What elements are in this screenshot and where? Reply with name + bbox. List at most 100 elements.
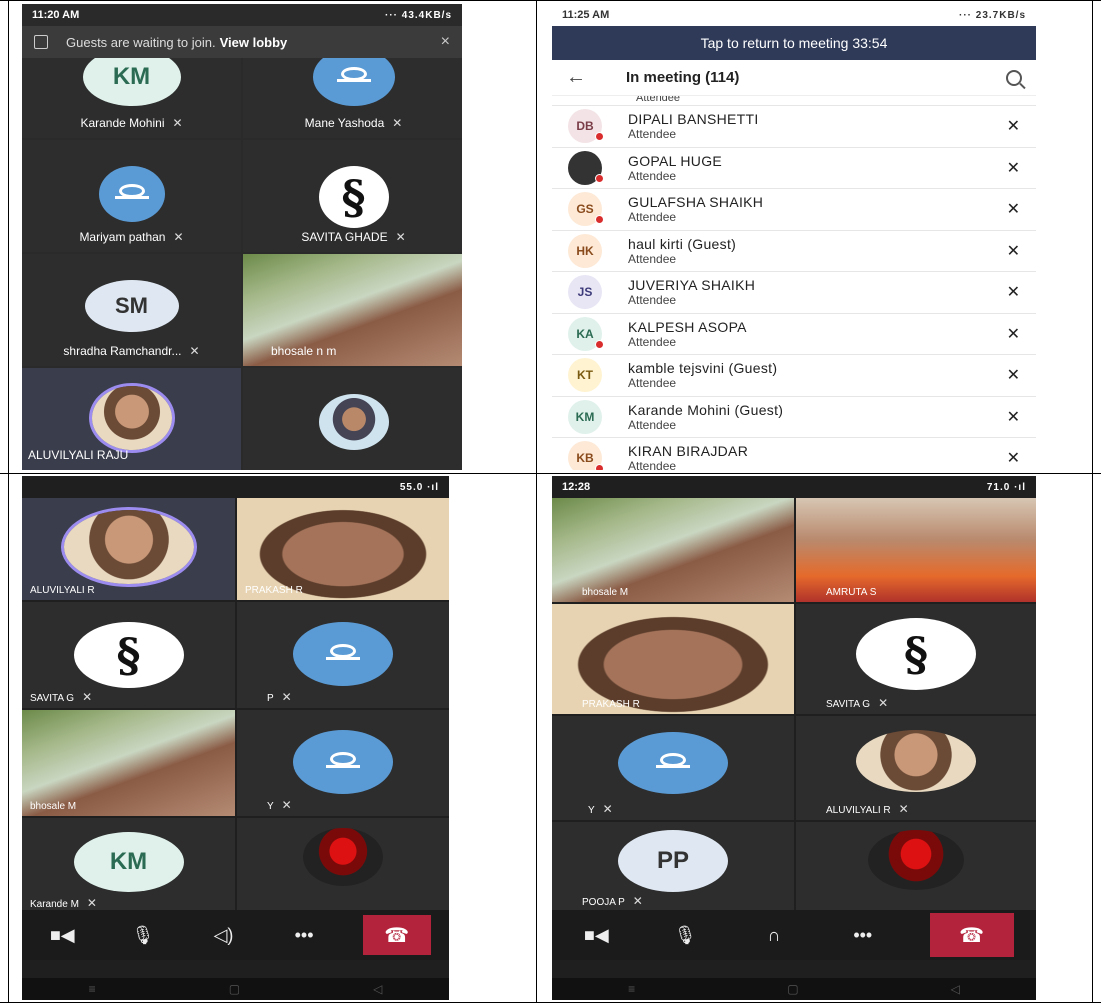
participant-name: ALUVILYALI RAJU [28, 448, 129, 462]
back-icon[interactable]: ◁ [373, 982, 382, 996]
android-nav-bar: ≡ ▢ ◁ [22, 978, 449, 1000]
participant-role: Attendee [628, 376, 677, 391]
list-item[interactable]: GS GULAFSHA SHAIKH Attendee ✕ [552, 189, 1036, 231]
participant-name: bhosale M [582, 587, 629, 598]
hang-up-button[interactable]: ☎ [362, 915, 431, 955]
divider [536, 0, 537, 1003]
camera-off-icon[interactable]: ■◀ [574, 925, 618, 946]
status-dot [595, 339, 604, 349]
return-to-meeting-bar[interactable]: Tap to return to meeting 33:54 [552, 26, 1036, 60]
list-item[interactable]: DB DIPALI BANSHETTI Attendee ✕ [552, 106, 1036, 148]
avatar: PP [618, 830, 728, 892]
list-item[interactable]: KT kamble tejsvini (Guest) Attendee ✕ [552, 355, 1036, 397]
participant-tile[interactable]: ALUVILYALI RAJU [22, 368, 241, 470]
participant-tile[interactable]: Mariyam pathan ✕ [22, 140, 241, 252]
participant-tile[interactable]: KM Karande Mohini ✕ [22, 58, 241, 138]
participant-tile[interactable]: § SAVITA G ✕ [22, 602, 235, 708]
status-icons: ··· 43.4KB/s [384, 9, 452, 21]
participant-video[interactable]: bhosale M [552, 498, 794, 602]
avatar-logo: § [73, 622, 184, 688]
mic-off-icon[interactable]: 🎙 [121, 925, 165, 946]
avatar [618, 732, 728, 794]
mic-muted-icon: ✕ [1006, 118, 1020, 136]
list-item[interactable]: GOPAL HUGE Attendee ✕ [552, 148, 1036, 189]
participant-tile[interactable]: Y ✕ [552, 716, 794, 820]
avatar: DB [568, 109, 604, 144]
banner-text: Guests are waiting to join. [66, 34, 216, 50]
home-icon[interactable]: ▢ [229, 982, 240, 996]
participant-name: shradha Ramchandr... ✕ [63, 344, 200, 358]
status-dot [595, 464, 604, 470]
participant-tile[interactable]: ALUVILYALI R ✕ [796, 716, 1036, 820]
menu-icon[interactable]: ≡ [628, 982, 635, 996]
participant-name: SAVITA G ✕ [30, 690, 93, 704]
headset-icon[interactable]: ∩ [752, 925, 796, 946]
list-item[interactable]: KA KALPESH ASOPA Attendee ✕ [552, 314, 1036, 355]
list-item[interactable]: JS JUVERIYA SHAIKH Attendee ✕ [552, 272, 1036, 314]
lobby-banner[interactable]: Guests are waiting to join. View lobby × [22, 26, 462, 58]
menu-icon[interactable]: ≡ [89, 982, 96, 996]
camera-off-icon[interactable]: ■◀ [40, 925, 84, 946]
avatar-initials: DB [576, 119, 594, 134]
home-icon[interactable]: ▢ [787, 982, 798, 996]
participant-name: PRAKASH R [245, 585, 303, 596]
participant-tile[interactable]: PP POOJA P ✕ [552, 822, 794, 912]
participant-tile[interactable]: ALUVILYALI R [22, 498, 235, 600]
screenshot-gallery-3: 12:28 71.0 ·ıl bhosale M AMRUTA S PRAKAS… [552, 476, 1036, 1000]
avatar-photo [303, 828, 383, 886]
participant-tile[interactable]: SM shradha Ramchandr... ✕ [22, 254, 241, 366]
avatar [293, 730, 393, 794]
mic-muted-icon: ✕ [1006, 408, 1020, 426]
status-bar: 11:20 AM ··· 43.4KB/s [22, 4, 462, 26]
participant-tile[interactable] [243, 368, 462, 470]
list-item[interactable]: HK haul kirti (Guest) Attendee ✕ [552, 231, 1036, 272]
participant-tile[interactable]: P ✕ [237, 602, 449, 708]
more-options-icon[interactable]: ••• [841, 925, 885, 946]
hang-up-button[interactable]: ☎ [929, 913, 1014, 957]
collage: 11:20 AM ··· 43.4KB/s Guests are waiting… [0, 0, 1101, 1003]
participant-tile[interactable]: KM Karande M ✕ [22, 818, 235, 914]
participant-name: JUVERIYA SHAIKH [628, 277, 756, 294]
participant-list: DB DIPALI BANSHETTI Attendee ✕ GOPAL HUGE Att… [552, 106, 1036, 470]
screenshot-gallery-2: 55.0 ·ıl ALUVILYALI R PRAKASH R § SAVITA… [22, 476, 449, 1000]
participant-video[interactable]: bhosale n m [243, 254, 462, 366]
participant-tile[interactable] [796, 822, 1036, 912]
participant-video[interactable]: PRAKASH R [552, 604, 794, 714]
search-icon[interactable] [1006, 69, 1022, 86]
participant-tile[interactable] [237, 818, 449, 914]
participant-tile[interactable]: Y ✕ [237, 710, 449, 816]
participant-info: kamble tejsvini (Guest) Attendee [628, 360, 777, 390]
participant-video[interactable]: AMRUTA S [796, 498, 1036, 602]
avatar-initials: KM [575, 409, 595, 424]
view-lobby-link[interactable]: View lobby [220, 35, 288, 50]
avatar: SM [84, 280, 179, 332]
back-icon[interactable]: ◁ [951, 982, 960, 996]
participant-video[interactable]: bhosale M [22, 710, 235, 816]
avatar-photo [63, 510, 194, 584]
participant-tile[interactable]: § SAVITA G ✕ [796, 604, 1036, 714]
mic-muted-icon: ✕ [82, 690, 93, 704]
speaker-icon[interactable]: ◁) [201, 925, 245, 946]
list-item[interactable]: KM Karande Mohini (Guest) Attendee ✕ [552, 397, 1036, 438]
participant-name: Karande Mohini ✕ [80, 116, 183, 130]
participant-name: Mariyam pathan ✕ [79, 230, 184, 244]
back-arrow-icon[interactable]: ← [566, 66, 626, 89]
more-options-icon[interactable]: ••• [282, 925, 326, 946]
mic-off-icon[interactable]: 🎙 [663, 925, 707, 946]
participant-role: Attendee [628, 459, 677, 470]
close-icon[interactable]: × [441, 33, 450, 51]
participant-tile[interactable]: Mane Yashoda ✕ [243, 58, 462, 138]
list-item[interactable]: KB KIRAN BIRAJDAR Attendee ✕ [552, 438, 1036, 470]
participant-name: DIPALI BANSHETTI [628, 111, 759, 128]
status-bar: 11:25 AM ··· 23.7KB/s [552, 4, 1036, 26]
participant-role: Attendee [628, 417, 677, 432]
avatar: KB [568, 441, 604, 470]
participant-video[interactable]: PRAKASH R [237, 498, 449, 600]
mic-muted-icon: ✕ [1006, 450, 1020, 468]
participant-tile[interactable]: § SAVITA GHADE ✕ [243, 140, 462, 252]
participant-name: POOJA P ✕ [582, 894, 643, 908]
participant-name: Mane Yashoda ✕ [304, 116, 403, 130]
participant-info: DIPALI BANSHETTI Attendee [628, 111, 759, 141]
avatar-initials: JS [577, 285, 593, 300]
status-dot [595, 215, 604, 225]
